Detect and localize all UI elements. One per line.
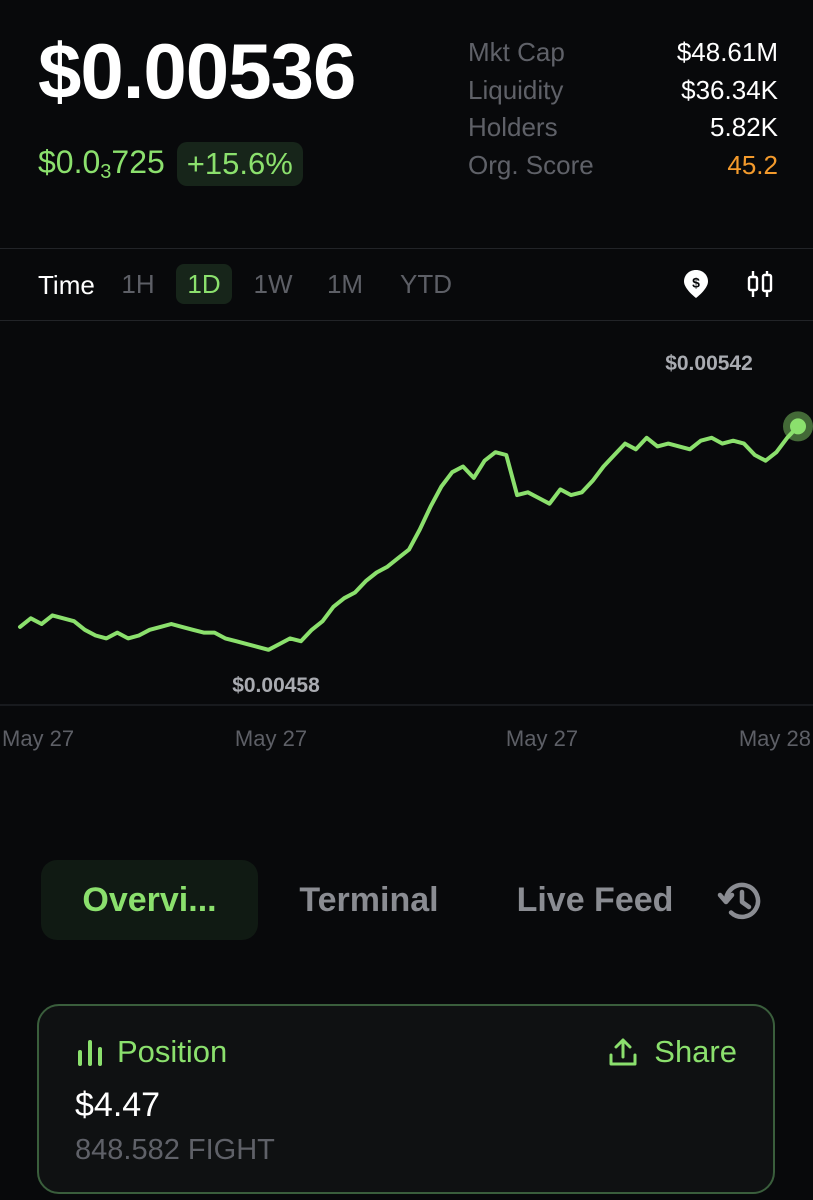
history-icon[interactable] bbox=[716, 876, 766, 926]
change-badge: +15.6% bbox=[176, 142, 303, 186]
time-label: Time bbox=[38, 270, 95, 300]
dollar-pin-icon[interactable]: $ bbox=[680, 268, 712, 300]
range-1m[interactable]: 1M bbox=[322, 264, 368, 304]
stat-mkt-cap: Mkt Cap $48.61M bbox=[468, 34, 778, 72]
tab-overview[interactable]: Overvi... bbox=[41, 860, 258, 940]
chart-low-label: $0.00458 bbox=[232, 674, 320, 697]
tab-live-feed[interactable]: Live Feed bbox=[500, 860, 690, 940]
position-card: Position Share $4.47 848.582 FIGHT bbox=[37, 1004, 775, 1194]
share-icon bbox=[609, 1038, 637, 1066]
stat-value: $36.34K bbox=[681, 74, 778, 105]
stat-value: $48.61M bbox=[676, 37, 778, 68]
stat-label: Org. Score bbox=[468, 149, 594, 180]
x-tick-label: May 28 bbox=[739, 726, 811, 751]
divider bbox=[0, 248, 813, 249]
stat-label: Holders bbox=[468, 112, 558, 143]
stat-liquidity: Liquidity $36.34K bbox=[468, 72, 778, 110]
svg-text:$: $ bbox=[692, 275, 700, 291]
range-1w[interactable]: 1W bbox=[248, 264, 298, 304]
position-amount: 848.582 FIGHT bbox=[75, 1134, 275, 1166]
time-range-bar: Time 1H 1D 1W 1M YTD $ bbox=[0, 250, 813, 320]
share-label: Share bbox=[654, 1034, 737, 1069]
token-price: $0.00536 bbox=[38, 27, 356, 115]
stat-value: 5.82K bbox=[710, 112, 778, 143]
chart-high-label: $0.00542 bbox=[665, 352, 753, 375]
stat-holders: Holders 5.82K bbox=[468, 109, 778, 147]
current-price-marker bbox=[790, 418, 806, 435]
x-tick-label: May 27 bbox=[2, 726, 74, 751]
tab-terminal[interactable]: Terminal bbox=[284, 860, 454, 940]
x-tick-label: May 27 bbox=[506, 726, 578, 751]
price-chart[interactable]: $0.00542 $0.00458 May 27 May 27 May 27 M… bbox=[0, 322, 813, 762]
price-line bbox=[18, 424, 800, 652]
share-button[interactable]: Share bbox=[608, 1034, 737, 1070]
stat-value: 45.2 bbox=[727, 149, 778, 180]
range-ytd[interactable]: YTD bbox=[394, 264, 458, 304]
candlestick-icon[interactable] bbox=[744, 268, 776, 300]
range-1d[interactable]: 1D bbox=[176, 264, 232, 304]
stat-org-score: Org. Score 45.2 bbox=[468, 147, 778, 185]
detail-tabs: Overvi... Terminal Live Feed bbox=[0, 860, 813, 940]
divider bbox=[0, 320, 813, 321]
bar-chart-icon bbox=[78, 1040, 102, 1066]
stat-label: Mkt Cap bbox=[468, 37, 565, 68]
position-title: Position bbox=[77, 1034, 227, 1070]
token-stats: Mkt Cap $48.61M Liquidity $36.34K Holder… bbox=[468, 34, 778, 184]
stat-label: Liquidity bbox=[468, 74, 564, 105]
position-value: $4.47 bbox=[75, 1086, 161, 1124]
sub-price: $0.03725 bbox=[38, 144, 165, 183]
position-label: Position bbox=[117, 1034, 228, 1069]
sub-price-row: $0.03725 +15.6% bbox=[38, 140, 303, 188]
x-tick-label: May 27 bbox=[235, 726, 307, 751]
range-1h[interactable]: 1H bbox=[116, 264, 160, 304]
